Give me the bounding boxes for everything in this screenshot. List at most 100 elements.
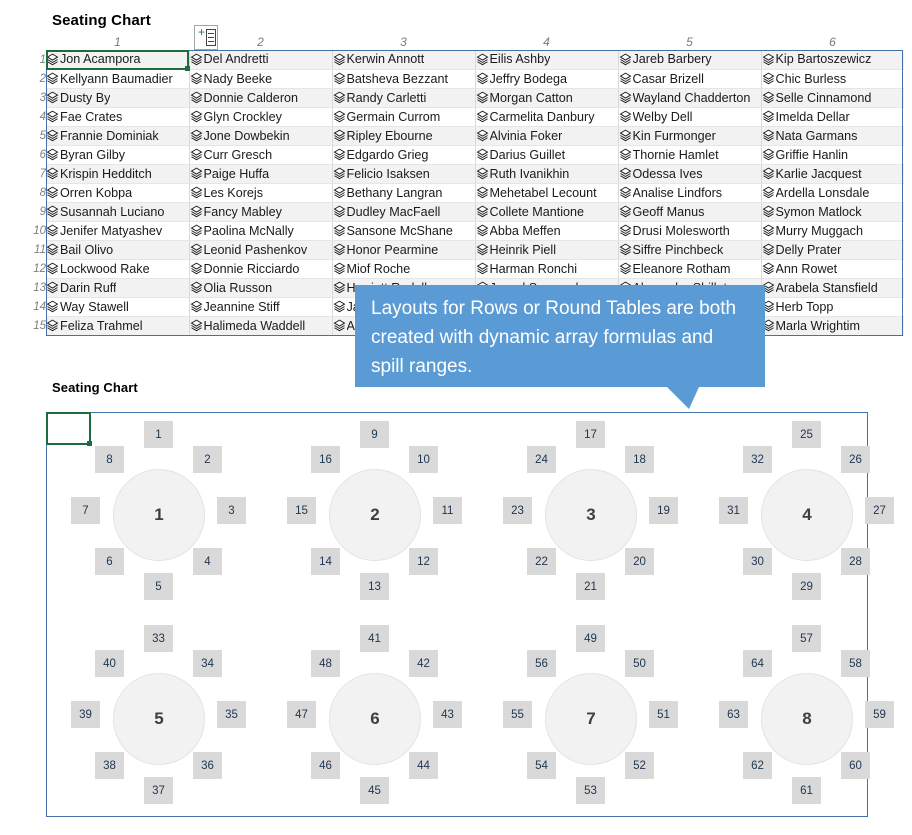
seat-box[interactable]: 49 [576, 625, 605, 652]
name-cell[interactable]: Herb Topp [761, 297, 904, 317]
seat-box[interactable]: 45 [360, 777, 389, 804]
seat-box[interactable]: 42 [409, 650, 438, 677]
seat-box[interactable]: 4 [193, 548, 222, 575]
name-cell[interactable]: Jeffry Bodega [475, 69, 619, 89]
row-header-3[interactable]: 3 [0, 88, 46, 107]
name-cell[interactable]: Kin Furmonger [618, 126, 762, 146]
seat-box[interactable]: 31 [719, 497, 748, 524]
name-cell[interactable]: Halimeda Waddell [189, 316, 333, 336]
seat-box[interactable]: 27 [865, 497, 894, 524]
seat-box[interactable]: 2 [193, 446, 222, 473]
seat-box[interactable]: 17 [576, 421, 605, 448]
row-header-5[interactable]: 5 [0, 126, 46, 145]
column-header-6[interactable]: 6 [761, 33, 904, 50]
name-cell[interactable]: Geoff Manus [618, 202, 762, 222]
name-cell[interactable]: Paige Huffa [189, 164, 333, 184]
name-cell[interactable]: Dudley MacFaell [332, 202, 476, 222]
name-cell[interactable]: Marla Wrightim [761, 316, 904, 336]
row-header-13[interactable]: 13 [0, 278, 46, 297]
table-circle[interactable]: 2 [329, 469, 421, 561]
seat-box[interactable]: 64 [743, 650, 772, 677]
name-cell[interactable]: Ann Rowet [761, 259, 904, 279]
table-circle[interactable]: 8 [761, 673, 853, 765]
name-cell[interactable]: Curr Gresch [189, 145, 333, 165]
name-cell[interactable]: Honor Pearmine [332, 240, 476, 260]
name-cell[interactable]: Byran Gilby [46, 145, 190, 165]
seat-box[interactable]: 63 [719, 701, 748, 728]
seat-box[interactable]: 60 [841, 752, 870, 779]
name-cell[interactable]: Chic Burless [761, 69, 904, 89]
name-cell[interactable]: Edgardo Grieg [332, 145, 476, 165]
seat-box[interactable]: 8 [95, 446, 124, 473]
seat-box[interactable]: 44 [409, 752, 438, 779]
seat-box[interactable]: 6 [95, 548, 124, 575]
name-cell[interactable]: Krispin Hedditch [46, 164, 190, 184]
name-cell[interactable]: Leonid Pashenkov [189, 240, 333, 260]
name-cell[interactable]: Delly Prater [761, 240, 904, 260]
name-cell[interactable]: Jareb Barbery [618, 50, 762, 70]
column-header-3[interactable]: 3 [332, 33, 475, 50]
name-cell[interactable]: Siffre Pinchbeck [618, 240, 762, 260]
seat-box[interactable]: 36 [193, 752, 222, 779]
seat-box[interactable]: 9 [360, 421, 389, 448]
row-header-12[interactable]: 12 [0, 259, 46, 278]
table-circle[interactable]: 7 [545, 673, 637, 765]
seat-box[interactable]: 55 [503, 701, 532, 728]
name-cell[interactable]: Drusi Molesworth [618, 221, 762, 241]
seat-box[interactable]: 5 [144, 573, 173, 600]
seat-box[interactable]: 30 [743, 548, 772, 575]
name-cell[interactable]: Olia Russon [189, 278, 333, 298]
seat-box[interactable]: 53 [576, 777, 605, 804]
seat-box[interactable]: 39 [71, 701, 100, 728]
fill-handle[interactable] [87, 441, 92, 446]
seat-box[interactable]: 23 [503, 497, 532, 524]
name-cell[interactable]: Bail Olivo [46, 240, 190, 260]
table-circle[interactable]: 3 [545, 469, 637, 561]
table-circle[interactable]: 5 [113, 673, 205, 765]
row-header-10[interactable]: 10 [0, 221, 46, 240]
column-header-4[interactable]: 4 [475, 33, 618, 50]
seat-box[interactable]: 38 [95, 752, 124, 779]
name-cell[interactable]: Del Andretti [189, 50, 333, 70]
seat-box[interactable]: 48 [311, 650, 340, 677]
name-cell[interactable]: Kip Bartoszewicz [761, 50, 904, 70]
name-cell[interactable]: Carmelita Danbury [475, 107, 619, 127]
seat-box[interactable]: 11 [433, 497, 462, 524]
seat-box[interactable]: 14 [311, 548, 340, 575]
name-cell[interactable]: Nata Garmans [761, 126, 904, 146]
seat-box[interactable]: 61 [792, 777, 821, 804]
seat-box[interactable]: 59 [865, 701, 894, 728]
row-header-6[interactable]: 6 [0, 145, 46, 164]
name-cell[interactable]: Kerwin Annott [332, 50, 476, 70]
seat-box[interactable]: 18 [625, 446, 654, 473]
row-header-9[interactable]: 9 [0, 202, 46, 221]
seat-box[interactable]: 16 [311, 446, 340, 473]
row-header-14[interactable]: 14 [0, 297, 46, 316]
column-header-2[interactable]: 2 [189, 33, 332, 50]
name-cell[interactable]: Odessa Ives [618, 164, 762, 184]
name-cell[interactable]: Fae Crates [46, 107, 190, 127]
name-cell[interactable]: Kellyann Baumadier [46, 69, 190, 89]
name-cell[interactable]: Heinrik Piell [475, 240, 619, 260]
name-cell[interactable]: Arabela Stansfield [761, 278, 904, 298]
name-cell[interactable]: Jon Acampora [46, 50, 190, 70]
name-cell[interactable]: Mehetabel Lecount [475, 183, 619, 203]
name-cell[interactable]: Batsheva Bezzant [332, 69, 476, 89]
row-header-7[interactable]: 7 [0, 164, 46, 183]
name-cell[interactable]: Ripley Ebourne [332, 126, 476, 146]
name-cell[interactable]: Abba Meffen [475, 221, 619, 241]
name-cell[interactable]: Paolina McNally [189, 221, 333, 241]
seat-box[interactable]: 28 [841, 548, 870, 575]
seat-box[interactable]: 29 [792, 573, 821, 600]
seat-box[interactable]: 33 [144, 625, 173, 652]
name-cell[interactable]: Symon Matlock [761, 202, 904, 222]
name-cell[interactable]: Feliza Trahmel [46, 316, 190, 336]
seat-box[interactable]: 52 [625, 752, 654, 779]
name-cell[interactable]: Darin Ruff [46, 278, 190, 298]
row-header-2[interactable]: 2 [0, 69, 46, 88]
name-cell[interactable]: Donnie Ricciardo [189, 259, 333, 279]
name-cell[interactable]: Lockwood Rake [46, 259, 190, 279]
name-cell[interactable]: Thornie Hamlet [618, 145, 762, 165]
seat-box[interactable]: 10 [409, 446, 438, 473]
seat-box[interactable]: 20 [625, 548, 654, 575]
